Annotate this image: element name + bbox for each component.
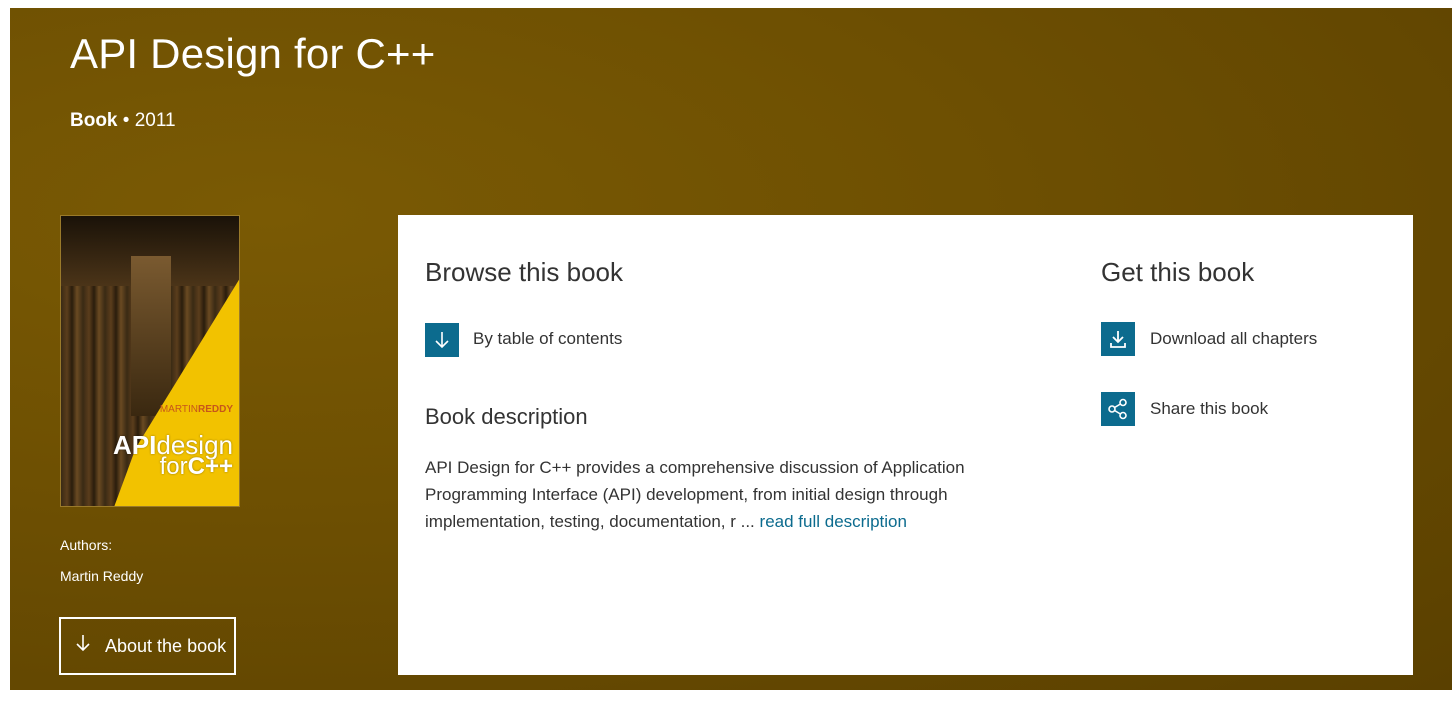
author-name[interactable]: Martin Reddy — [60, 568, 143, 584]
authors-label: Authors: — [60, 537, 113, 553]
cover-title-cpp: C++ — [187, 453, 233, 480]
book-cover: MARTINREDDY APIdesign forC++ — [60, 215, 240, 507]
cover-title-for: for — [159, 453, 188, 480]
cover-title-api: API — [113, 430, 157, 460]
cover-aisle — [131, 256, 171, 416]
share-icon[interactable] — [1101, 392, 1135, 426]
content-type: Book — [70, 110, 118, 131]
description-heading: Book description — [425, 404, 588, 429]
cover-author: MARTINREDDY — [159, 404, 233, 415]
book-meta: Book • 2011 — [70, 110, 176, 132]
read-full-description-link[interactable]: read full description — [760, 512, 907, 531]
page-title: API Design for C++ — [70, 30, 436, 77]
toc-arrow-down-icon[interactable] — [425, 323, 459, 357]
table-of-contents-link[interactable]: By table of contents — [473, 329, 622, 349]
get-heading: Get this book — [1101, 257, 1255, 287]
about-the-book-button[interactable]: About the book — [59, 617, 236, 675]
meta-separator: • — [117, 110, 135, 131]
about-the-book-label: About the book — [105, 635, 227, 656]
arrow-down-icon — [75, 634, 91, 658]
share-this-book-link[interactable]: Share this book — [1150, 399, 1268, 419]
browse-heading: Browse this book — [425, 257, 623, 287]
download-icon[interactable] — [1101, 322, 1135, 356]
description-text: API Design for C++ provides a comprehens… — [425, 454, 985, 535]
download-all-chapters-link[interactable]: Download all chapters — [1150, 329, 1317, 349]
publication-year: 2011 — [134, 110, 176, 131]
cover-title: APIdesign forC++ — [113, 432, 233, 480]
book-actions-panel: Browse this book By table of contents Bo… — [398, 215, 1413, 675]
